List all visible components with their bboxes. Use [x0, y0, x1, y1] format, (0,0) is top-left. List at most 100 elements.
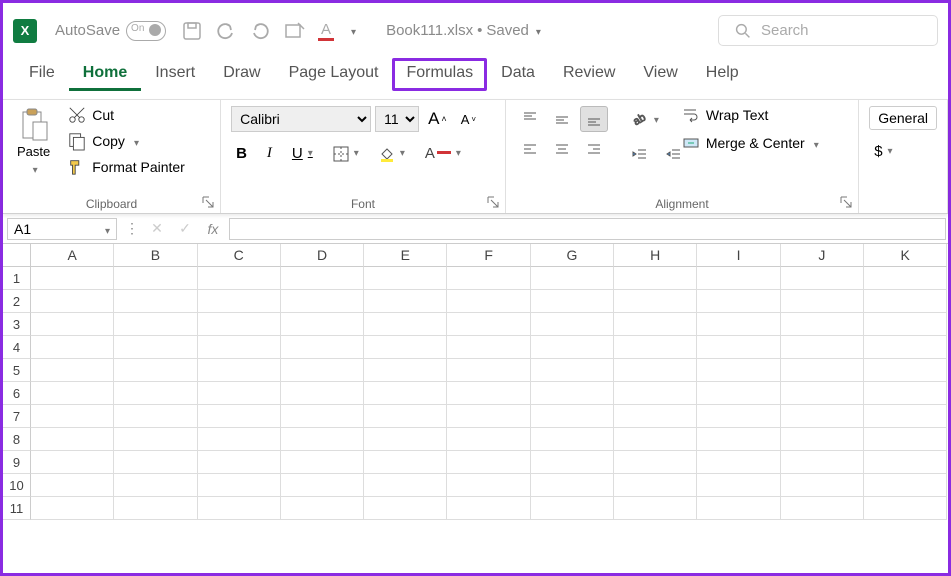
tab-view[interactable]: View [629, 58, 691, 91]
cell-D9[interactable] [281, 451, 364, 474]
cell-K6[interactable] [864, 382, 947, 405]
cell-C10[interactable] [198, 474, 281, 497]
cell-I9[interactable] [697, 451, 780, 474]
format-painter-button[interactable]: Format Painter [68, 158, 185, 176]
font-color-button[interactable]: A [420, 142, 466, 165]
column-header-H[interactable]: H [614, 244, 697, 267]
cell-G8[interactable] [531, 428, 614, 451]
dialog-launcher-icon[interactable] [202, 196, 214, 208]
column-header-E[interactable]: E [364, 244, 447, 267]
cell-B5[interactable] [114, 359, 197, 382]
orientation-button[interactable]: ab [626, 108, 664, 132]
qat-item-icon[interactable] [284, 21, 304, 41]
cell-G10[interactable] [531, 474, 614, 497]
align-left-button[interactable] [516, 136, 544, 162]
cell-B4[interactable] [114, 336, 197, 359]
tab-home[interactable]: Home [69, 58, 141, 91]
align-center-button[interactable] [548, 136, 576, 162]
row-header-5[interactable]: 5 [3, 359, 31, 382]
tab-review[interactable]: Review [549, 58, 629, 91]
cell-B11[interactable] [114, 497, 197, 520]
cell-C9[interactable] [198, 451, 281, 474]
cell-A11[interactable] [31, 497, 114, 520]
column-header-A[interactable]: A [31, 244, 114, 267]
enter-formula-button[interactable]: ✓ [171, 220, 199, 237]
cell-E9[interactable] [364, 451, 447, 474]
cell-J9[interactable] [781, 451, 864, 474]
cell-H6[interactable] [614, 382, 697, 405]
decrease-font-button[interactable]: A˅ [456, 109, 481, 130]
cell-F9[interactable] [447, 451, 530, 474]
cell-F7[interactable] [447, 405, 530, 428]
cell-G5[interactable] [531, 359, 614, 382]
cell-I10[interactable] [697, 474, 780, 497]
wrap-text-button[interactable]: Wrap Text [682, 106, 819, 124]
cell-G6[interactable] [531, 382, 614, 405]
cell-E6[interactable] [364, 382, 447, 405]
cell-D1[interactable] [281, 267, 364, 290]
cell-I11[interactable] [697, 497, 780, 520]
cell-K2[interactable] [864, 290, 947, 313]
cell-B7[interactable] [114, 405, 197, 428]
cell-D2[interactable] [281, 290, 364, 313]
cell-B3[interactable] [114, 313, 197, 336]
cell-K9[interactable] [864, 451, 947, 474]
cell-K8[interactable] [864, 428, 947, 451]
tab-formulas[interactable]: Formulas [392, 58, 487, 91]
cell-J5[interactable] [781, 359, 864, 382]
column-header-J[interactable]: J [781, 244, 864, 267]
cell-D8[interactable] [281, 428, 364, 451]
cell-A9[interactable] [31, 451, 114, 474]
cell-E11[interactable] [364, 497, 447, 520]
fill-color-button[interactable] [374, 143, 410, 165]
cell-I5[interactable] [697, 359, 780, 382]
qat-dropdown-icon[interactable] [348, 22, 356, 40]
cell-E7[interactable] [364, 405, 447, 428]
column-header-C[interactable]: C [198, 244, 281, 267]
undo-icon[interactable] [216, 21, 236, 41]
column-header-I[interactable]: I [697, 244, 780, 267]
cell-G4[interactable] [531, 336, 614, 359]
cell-J10[interactable] [781, 474, 864, 497]
paste-button[interactable]: Paste [13, 106, 54, 178]
tab-data[interactable]: Data [487, 58, 549, 91]
cell-J3[interactable] [781, 313, 864, 336]
cell-G7[interactable] [531, 405, 614, 428]
borders-button[interactable] [328, 143, 364, 165]
cell-F4[interactable] [447, 336, 530, 359]
cell-I7[interactable] [697, 405, 780, 428]
cell-B1[interactable] [114, 267, 197, 290]
italic-button[interactable]: I [262, 142, 277, 165]
cell-D7[interactable] [281, 405, 364, 428]
cell-H11[interactable] [614, 497, 697, 520]
cell-C3[interactable] [198, 313, 281, 336]
cell-A8[interactable] [31, 428, 114, 451]
cell-C7[interactable] [198, 405, 281, 428]
cell-H3[interactable] [614, 313, 697, 336]
cell-H7[interactable] [614, 405, 697, 428]
cell-D10[interactable] [281, 474, 364, 497]
cell-F5[interactable] [447, 359, 530, 382]
cell-E2[interactable] [364, 290, 447, 313]
cell-H8[interactable] [614, 428, 697, 451]
cell-A7[interactable] [31, 405, 114, 428]
column-header-F[interactable]: F [447, 244, 530, 267]
row-header-1[interactable]: 1 [3, 267, 31, 290]
dialog-launcher-icon[interactable] [487, 196, 499, 208]
row-header-11[interactable]: 11 [3, 497, 31, 520]
cell-E3[interactable] [364, 313, 447, 336]
cell-G9[interactable] [531, 451, 614, 474]
cell-H5[interactable] [614, 359, 697, 382]
cell-A10[interactable] [31, 474, 114, 497]
row-header-8[interactable]: 8 [3, 428, 31, 451]
cell-D5[interactable] [281, 359, 364, 382]
cell-J11[interactable] [781, 497, 864, 520]
row-header-9[interactable]: 9 [3, 451, 31, 474]
cell-I6[interactable] [697, 382, 780, 405]
cut-button[interactable]: Cut [68, 106, 185, 124]
cell-H4[interactable] [614, 336, 697, 359]
align-top-button[interactable] [516, 106, 544, 132]
cancel-formula-button[interactable]: ✕ [143, 220, 171, 237]
column-header-G[interactable]: G [531, 244, 614, 267]
cell-K4[interactable] [864, 336, 947, 359]
